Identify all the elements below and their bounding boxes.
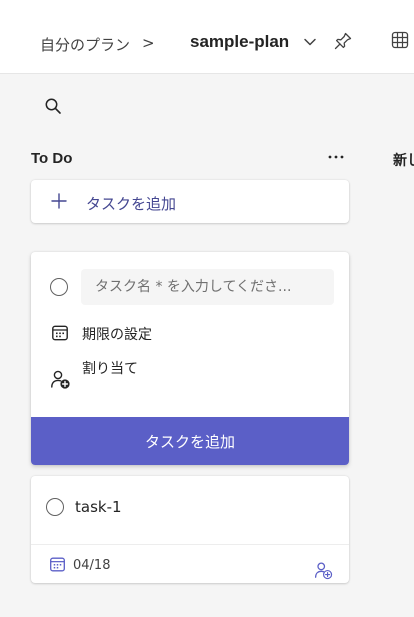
assign-person-icon[interactable] xyxy=(314,561,333,580)
calendar-icon[interactable] xyxy=(51,324,69,342)
calendar-icon xyxy=(50,557,65,572)
assign-button[interactable]: 割り当て xyxy=(82,358,142,380)
next-bucket-title: 新し xyxy=(393,153,414,169)
grid-view-icon[interactable] xyxy=(391,31,409,49)
search-icon[interactable] xyxy=(44,97,62,115)
bucket-title: To Do xyxy=(31,150,73,167)
submit-add-task-button[interactable]: タスクを追加 xyxy=(31,417,349,465)
chevron-down-icon[interactable] xyxy=(303,35,317,49)
divider xyxy=(31,544,349,545)
plan-title[interactable]: sample-plan xyxy=(190,32,289,52)
more-horizontal-icon[interactable] xyxy=(326,149,346,165)
add-task-label: タスクを追加 xyxy=(86,195,177,213)
task-card[interactable]: task-1 04/18 xyxy=(31,476,349,583)
circle-checkbox-icon[interactable] xyxy=(50,278,68,296)
assign-person-icon[interactable] xyxy=(50,369,71,390)
task-name-input[interactable] xyxy=(81,269,334,305)
top-bar: 自分のプラン > sample-plan xyxy=(0,0,414,74)
set-due-date-button[interactable]: 期限の設定 xyxy=(82,324,152,344)
breadcrumb-my-plans[interactable]: 自分のプラン xyxy=(40,34,130,55)
breadcrumb-separator: > xyxy=(142,34,155,52)
new-task-form: 期限の設定 割り当て タスクを追加 xyxy=(31,252,349,465)
pin-icon[interactable] xyxy=(333,31,353,51)
task-due-date[interactable]: 04/18 xyxy=(73,558,110,573)
plus-icon xyxy=(51,193,67,209)
add-task-button[interactable]: タスクを追加 xyxy=(31,180,349,223)
task-title[interactable]: task-1 xyxy=(75,498,122,516)
circle-checkbox-icon[interactable] xyxy=(46,498,64,516)
